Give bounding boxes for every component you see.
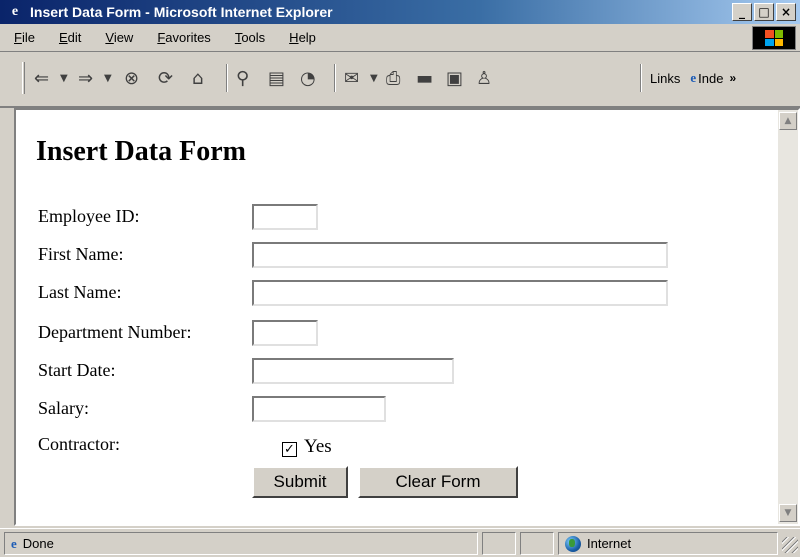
toolbar-separator [640, 64, 642, 92]
toolbar: ⇐ ▼ ⇒ ▼ ⊗ ⟳ ⌂ ⚲ ▤ ◔ ✉ ▼ ⎙ ▬ ▣ ♙ Links e … [0, 52, 800, 108]
vertical-scrollbar[interactable]: ▲ ▼ [778, 110, 798, 524]
forward-dropdown-icon[interactable]: ▼ [104, 64, 112, 92]
ie-page-icon: e [690, 70, 697, 85]
close-button[interactable]: × [776, 3, 796, 21]
first-name-input[interactable] [252, 242, 668, 268]
back-arrow-icon[interactable]: ⇐ [34, 64, 49, 92]
toolbar-separator [334, 64, 336, 92]
scroll-down-icon[interactable]: ▼ [779, 504, 797, 522]
print-icon[interactable]: ⎙ [386, 64, 400, 92]
employee-id-label: Employee ID: [38, 206, 140, 226]
address-text[interactable]: Inde [698, 71, 723, 86]
department-number-input[interactable] [252, 320, 318, 346]
employee-id-row: Employee ID: [38, 204, 738, 232]
scroll-up-icon[interactable]: ▲ [779, 112, 797, 130]
contractor-checkbox[interactable]: ✓ [282, 442, 297, 457]
ie-logo-icon: e [11, 4, 19, 19]
department-number-label: Department Number: [38, 322, 192, 342]
last-name-row: Last Name: [38, 280, 738, 308]
more-chevron-icon[interactable]: » [729, 71, 736, 85]
toolbar-separator [226, 64, 228, 92]
menu-help[interactable]: Help [289, 30, 316, 45]
search-icon[interactable]: ⚲ [236, 64, 249, 92]
back-dropdown-icon[interactable]: ▼ [60, 64, 68, 92]
window-title: Insert Data Form - Microsoft Internet Ex… [30, 4, 333, 20]
home-icon[interactable]: ⌂ [192, 64, 203, 92]
status-text-pane: e Done [4, 532, 478, 555]
contractor-label: Contractor: [38, 434, 120, 454]
history-icon[interactable]: ◔ [300, 64, 316, 92]
status-bar: e Done Internet [0, 528, 800, 557]
forward-arrow-icon[interactable]: ⇒ [78, 64, 93, 92]
status-pane-empty [520, 532, 554, 555]
title-bar: e Insert Data Form - Microsoft Internet … [0, 0, 800, 24]
page-content: Insert Data Form Employee ID: First Name… [14, 108, 800, 526]
edit-icon[interactable]: ▬ [416, 64, 433, 92]
start-date-row: Start Date: [38, 358, 738, 386]
windows-flag-icon [752, 26, 796, 50]
first-name-row: First Name: [38, 242, 738, 270]
menu-bar: File Edit View Favorites Tools Help [0, 24, 800, 52]
start-date-label: Start Date: [38, 360, 116, 380]
clear-form-button[interactable]: Clear Form [358, 466, 518, 498]
menu-edit[interactable]: Edit [59, 30, 81, 45]
window-controls: _ □ × [732, 3, 796, 21]
discuss-icon[interactable]: ▣ [446, 64, 463, 92]
mail-icon[interactable]: ✉ [344, 64, 359, 92]
submit-button[interactable]: Submit [252, 466, 348, 498]
menu-favorites[interactable]: Favorites [157, 30, 210, 45]
globe-icon [565, 535, 581, 552]
menu-tools[interactable]: Tools [235, 30, 265, 45]
maximize-button[interactable]: □ [754, 3, 774, 21]
status-pane-empty [482, 532, 516, 555]
resize-grip[interactable] [782, 537, 798, 553]
minimize-button[interactable]: _ [732, 3, 752, 21]
links-label[interactable]: Links [650, 71, 680, 86]
contractor-row: Contractor: ✓ Yes [38, 432, 738, 460]
mail-dropdown-icon[interactable]: ▼ [370, 64, 378, 92]
messenger-icon[interactable]: ♙ [476, 64, 492, 92]
start-date-input[interactable] [252, 358, 454, 384]
favorites-icon[interactable]: ▤ [268, 64, 285, 92]
menu-file[interactable]: File [14, 30, 35, 45]
menu-view[interactable]: View [105, 30, 133, 45]
stop-icon[interactable]: ⊗ [124, 64, 139, 92]
salary-row: Salary: [38, 396, 738, 424]
salary-label: Salary: [38, 398, 89, 418]
first-name-label: First Name: [38, 244, 124, 264]
links-bar: Links e Inde » [650, 64, 736, 92]
page-title: Insert Data Form [36, 136, 246, 167]
last-name-input[interactable] [252, 280, 668, 306]
last-name-label: Last Name: [38, 282, 122, 302]
employee-id-input[interactable] [252, 204, 318, 230]
security-zone-pane: Internet [558, 532, 778, 555]
contractor-yes-label: Yes [304, 436, 332, 457]
salary-input[interactable] [252, 396, 386, 422]
ie-page-icon: e [11, 535, 17, 551]
department-number-row: Department Number: [38, 320, 738, 348]
toolbar-grip[interactable] [22, 62, 25, 94]
status-text: Done [22, 536, 54, 551]
refresh-icon[interactable]: ⟳ [158, 64, 173, 92]
zone-text: Internet [587, 536, 632, 551]
